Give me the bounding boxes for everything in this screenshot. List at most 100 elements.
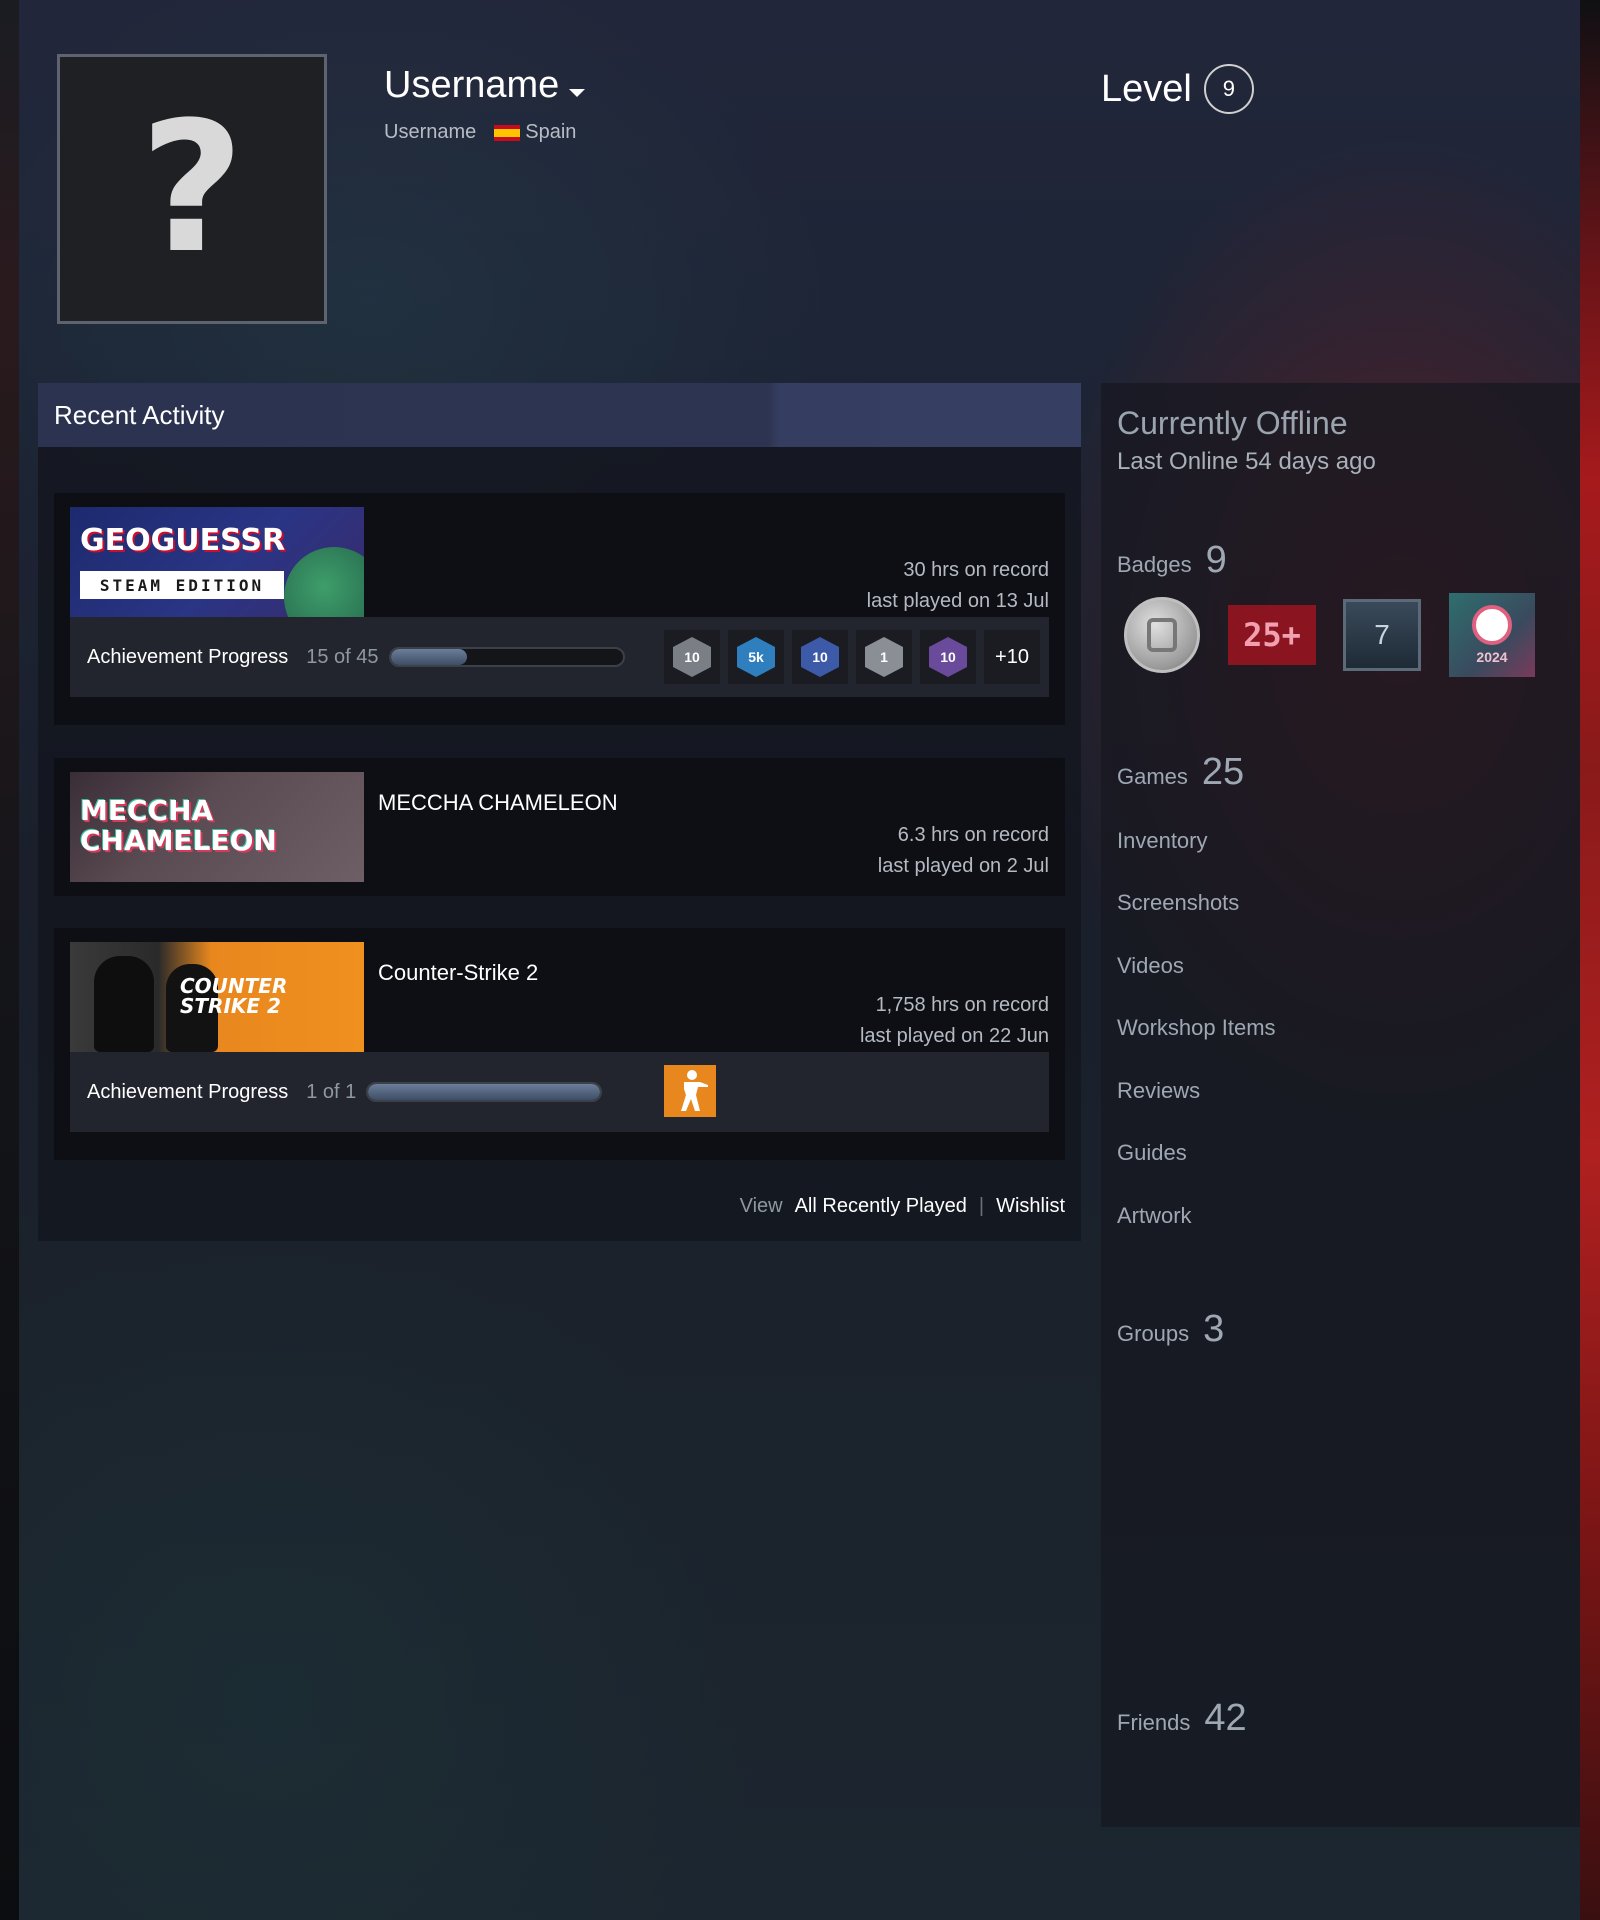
- badge-coin[interactable]: [1117, 593, 1207, 677]
- badge-steam-2024[interactable]: 2024: [1447, 593, 1537, 677]
- achievement-progress-label: Achievement Progress: [87, 1080, 289, 1103]
- counter-strike-logo-text: COUNTER STRIKE 2: [180, 974, 288, 1018]
- workshop-items-link[interactable]: Workshop Items: [1117, 1015, 1276, 1041]
- achievement-count: 1 of 1: [306, 1080, 357, 1103]
- inventory-link[interactable]: Inventory: [1117, 828, 1208, 854]
- achievement-progress-track: [388, 647, 625, 667]
- achievement-progress-bar[interactable]: Achievement Progress 1 of 1: [70, 1052, 1049, 1132]
- achievement-icon[interactable]: 10: [792, 630, 848, 684]
- achievement-count: 15 of 45: [306, 645, 379, 668]
- videos-link[interactable]: Videos: [1117, 953, 1184, 979]
- groups-section[interactable]: Groups 3: [1117, 1308, 1224, 1351]
- artwork-link[interactable]: Artwork: [1117, 1203, 1192, 1229]
- hours-on-record: 1,758 hrs on record: [875, 994, 1049, 1016]
- achievement-progress-bar[interactable]: Achievement Progress 15 of 45 10 5k 10 1…: [70, 617, 1049, 697]
- avatar[interactable]: ?: [57, 54, 327, 324]
- more-achievements-button[interactable]: +10: [984, 630, 1040, 684]
- badges-label: Badges: [1117, 552, 1192, 577]
- achievement-icon-label: 10: [801, 637, 839, 677]
- guides-link[interactable]: Guides: [1117, 1140, 1187, 1166]
- level-label: Level: [1101, 67, 1192, 110]
- screenshots-link[interactable]: Screenshots: [1117, 890, 1239, 916]
- geoguessr-logo-text: GEOGUESSR: [80, 523, 286, 558]
- globe-icon: [284, 547, 364, 617]
- achievement-progress-label: Achievement Progress: [87, 645, 289, 668]
- achievement-icon[interactable]: 10: [664, 630, 720, 684]
- achievement-icon[interactable]: 5k: [728, 630, 784, 684]
- achievement-progress-fill: [368, 1084, 601, 1100]
- hours-on-record: 30 hrs on record: [903, 559, 1049, 581]
- coin-badge-icon: [1124, 597, 1200, 673]
- game-card-meccha-chameleon: MECCHA CHAMELEON MECCHA CHAMELEON 6.3 hr…: [54, 758, 1065, 896]
- friends-label: Friends: [1117, 1710, 1191, 1735]
- game-card-counter-strike-2: COUNTER STRIKE 2 Counter-Strike 2 1,758 …: [54, 928, 1065, 1160]
- persona-name[interactable]: Username: [384, 64, 586, 107]
- achievement-icon-label: 10: [929, 637, 967, 677]
- online-status-title: Currently Offline: [1117, 405, 1348, 441]
- game-name[interactable]: Counter-Strike 2: [378, 960, 538, 986]
- view-links: View All Recently Played | Wishlist: [740, 1195, 1065, 1218]
- recent-activity-title: Recent Activity: [54, 399, 225, 430]
- persona-subline: Username Spain: [384, 121, 576, 144]
- friends-section[interactable]: Friends 42: [1117, 1697, 1247, 1740]
- friends-count: 42: [1204, 1697, 1247, 1739]
- account-name: Username: [384, 121, 477, 143]
- recent-activity-panel: Recent Activity GEOGUESSR STEAM EDITION …: [38, 383, 1081, 1241]
- achievement-icon-label: 1: [865, 637, 903, 677]
- achievement-progress-fill: [390, 649, 468, 665]
- soldier-icon: [681, 1070, 708, 1111]
- link-separator: |: [978, 1195, 985, 1217]
- chevron-down-icon[interactable]: [569, 88, 586, 97]
- wishlist-link[interactable]: Wishlist: [996, 1195, 1065, 1218]
- profile-level[interactable]: Level 9: [1101, 64, 1254, 114]
- badge-year-text: 2024: [1476, 649, 1508, 665]
- achievement-icon[interactable]: 1: [856, 630, 912, 684]
- last-played: last played on 2 Jul: [877, 855, 1049, 877]
- level-badge: 9: [1203, 64, 1254, 114]
- last-online-text: Last Online 54 days ago: [1117, 448, 1376, 475]
- all-recently-played-link[interactable]: All Recently Played: [795, 1195, 967, 1218]
- games-section[interactable]: Games 25: [1117, 751, 1244, 794]
- country-location: Spain: [494, 121, 576, 144]
- game-name[interactable]: MECCHA CHAMELEON: [378, 790, 618, 816]
- profile-sidebar: Currently Offline Last Online 54 days ag…: [1101, 383, 1580, 1827]
- badge-25-games[interactable]: 25+: [1227, 593, 1317, 677]
- spain-flag-icon: [494, 124, 521, 141]
- games-badge-text: 25+: [1228, 605, 1316, 665]
- game-stats: 30 hrs on record last played on 13 Jul: [867, 555, 1049, 617]
- groups-count: 3: [1203, 1308, 1225, 1350]
- game-stats: 1,758 hrs on record last played on 22 Ju…: [860, 990, 1049, 1052]
- steam-2024-badge: 2024: [1449, 593, 1535, 677]
- game-capsule-geoguessr[interactable]: GEOGUESSR STEAM EDITION: [70, 507, 364, 617]
- badge-years[interactable]: 7: [1337, 593, 1427, 677]
- achievement-icon-label: 10: [673, 637, 711, 677]
- achievement-icon[interactable]: [664, 1065, 716, 1117]
- view-label: View: [739, 1195, 783, 1217]
- steam-logo-icon: [1472, 605, 1512, 645]
- last-played: last played on 13 Jul: [866, 590, 1049, 612]
- game-capsule-counter-strike-2[interactable]: COUNTER STRIKE 2: [70, 942, 364, 1052]
- persona-name-text: Username: [384, 64, 560, 106]
- pillar-icon: [1147, 618, 1177, 652]
- meccha-chameleon-logo-text: MECCHA CHAMELEON: [80, 794, 277, 857]
- game-capsule-meccha-chameleon[interactable]: MECCHA CHAMELEON: [70, 772, 364, 882]
- achievement-icon-label: 5k: [737, 637, 775, 677]
- reviews-link[interactable]: Reviews: [1117, 1078, 1200, 1104]
- game-stats: 6.3 hrs on record last played on 2 Jul: [878, 820, 1049, 882]
- achievement-icon[interactable]: 10: [920, 630, 976, 684]
- country-name: Spain: [525, 121, 577, 143]
- question-mark-icon: ?: [139, 84, 245, 293]
- achievement-icons: [664, 1065, 716, 1117]
- achievement-progress-track: [366, 1082, 603, 1102]
- profile-page: ? Username Username Spain Level 9 Recent…: [19, 0, 1580, 1920]
- games-count: 25: [1201, 751, 1245, 793]
- right-background-strip: [1580, 0, 1600, 1920]
- recent-activity-header: Recent Activity: [38, 383, 1081, 447]
- games-label: Games: [1117, 764, 1188, 789]
- left-background-strip: [0, 0, 19, 1920]
- years-badge-text: 7: [1343, 599, 1421, 671]
- badge-list: 25+ 7 2024: [1117, 593, 1537, 677]
- badges-section[interactable]: Badges 9: [1117, 539, 1227, 582]
- groups-label: Groups: [1117, 1321, 1190, 1346]
- achievement-icons: 10 5k 10 1 10 +10: [664, 630, 1040, 684]
